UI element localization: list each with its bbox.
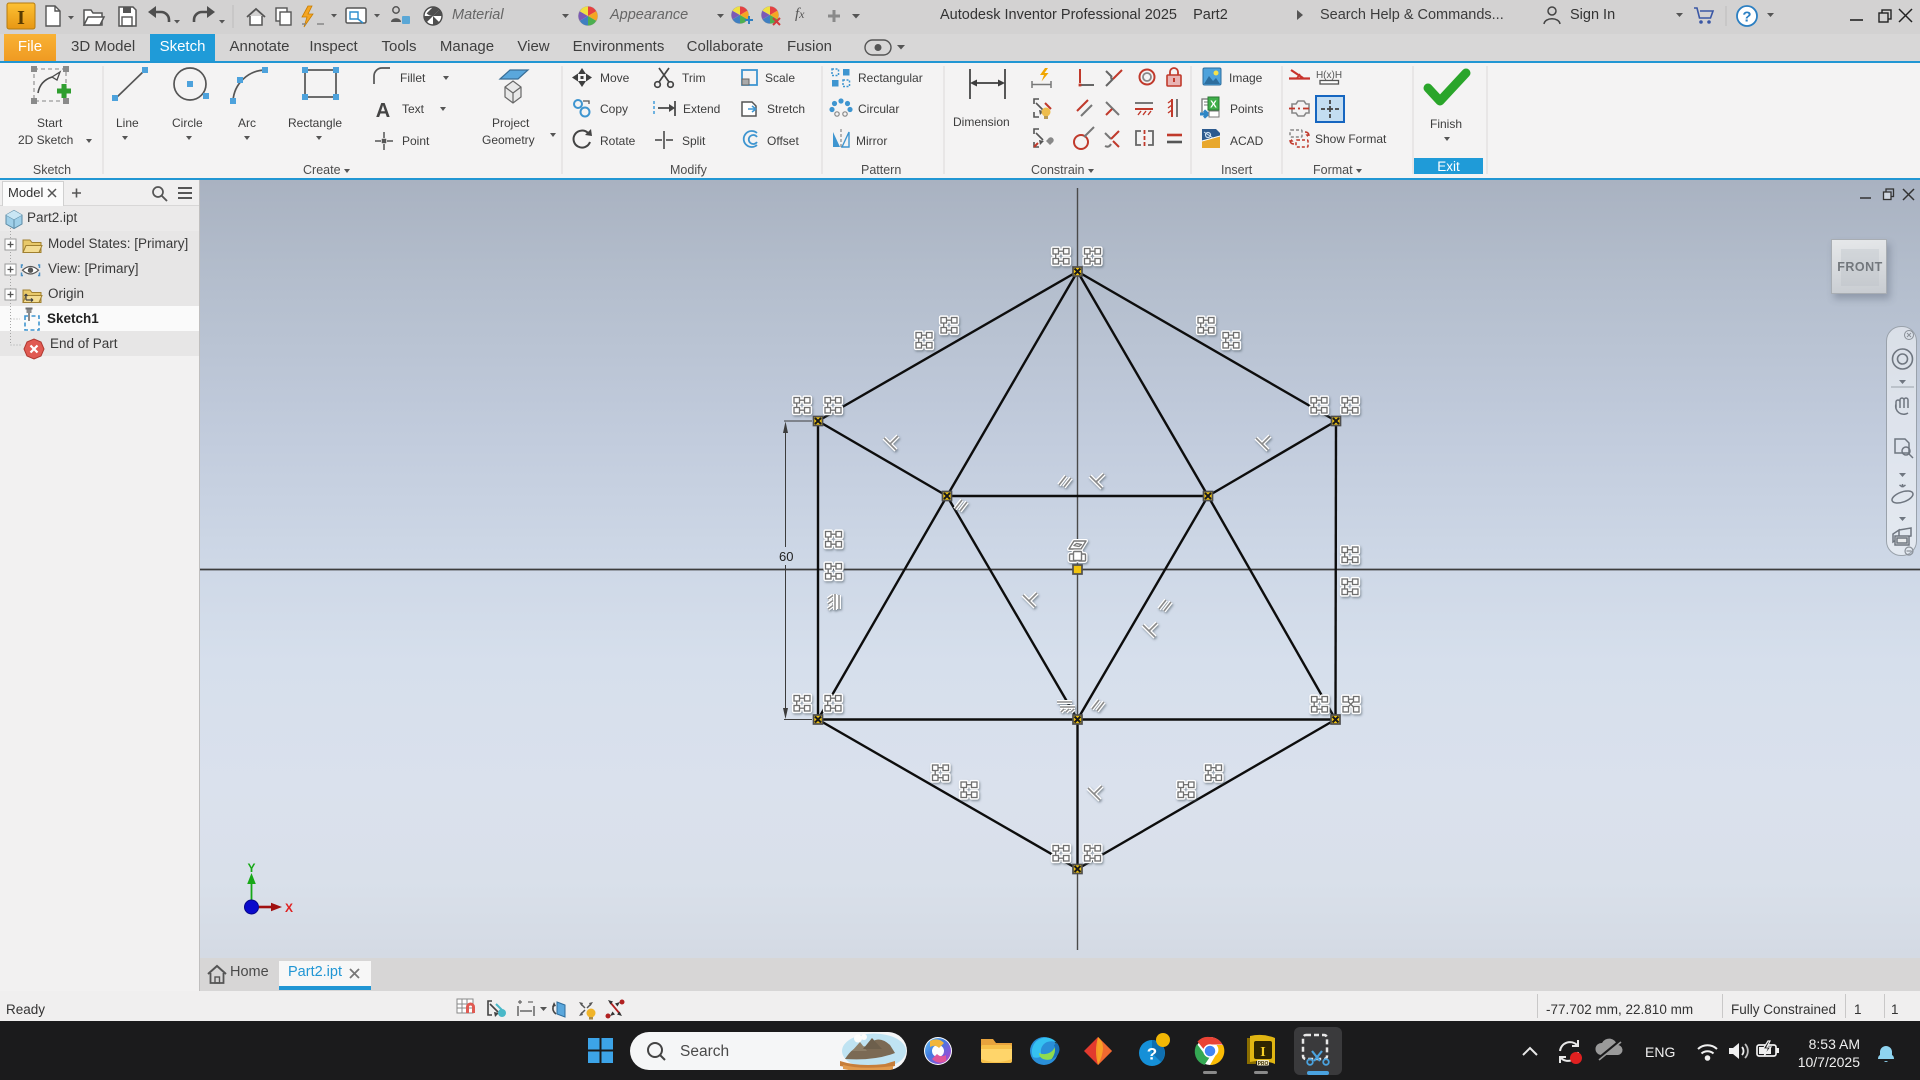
svg-text:H(x)H: H(x)H (1316, 70, 1342, 81)
svg-text:Y: Y (248, 861, 256, 875)
svg-text:10/7/2025: 10/7/2025 (1798, 1054, 1860, 1070)
svg-text:60: 60 (779, 549, 793, 564)
svg-text:Search: Search (680, 1043, 729, 1060)
svg-text:A: A (376, 100, 390, 122)
svg-text:?: ? (1742, 9, 1751, 26)
svg-text:ENG: ENG (1645, 1044, 1675, 1060)
svg-text:PRO: PRO (1258, 1061, 1269, 1067)
svg-text:8:53 AM: 8:53 AM (1809, 1036, 1860, 1052)
svg-text:X: X (1210, 100, 1217, 111)
svg-text:?: ? (1147, 1045, 1157, 1064)
svg-text:I: I (1260, 1045, 1265, 1060)
svg-text:I: I (17, 7, 25, 29)
svg-text:X: X (285, 901, 293, 915)
